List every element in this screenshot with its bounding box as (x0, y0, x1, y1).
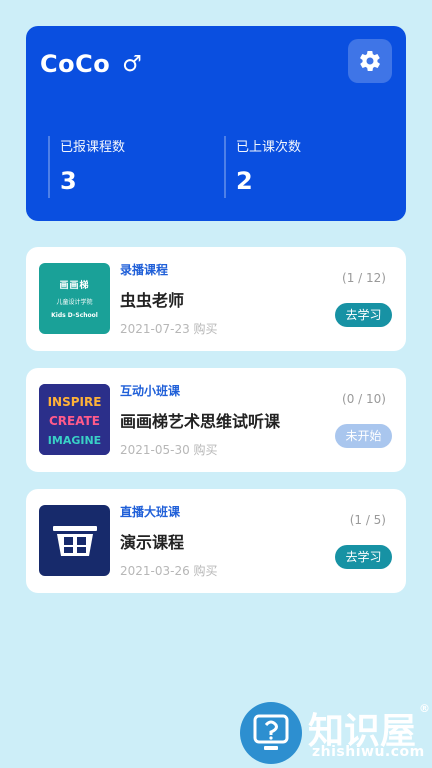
male-icon: ♂ (122, 51, 143, 77)
thumbnail-logo-text: 画画梯 (59, 281, 90, 291)
stat-label: 已报课程数 (60, 140, 126, 155)
stat-label: 已上课次数 (236, 140, 302, 155)
course-card[interactable]: 画画梯 儿童设计学院 Kids D-School 录播课程 虫虫老师 2021-… (26, 247, 406, 351)
stat-value: 2 (236, 167, 253, 195)
course-type: 录播课程 (120, 263, 169, 277)
course-progress: (0 / 10) (342, 392, 386, 406)
settings-button[interactable] (348, 39, 392, 83)
presentation-board-icon (52, 525, 97, 556)
stat-attended: 已上课次数 2 (224, 136, 301, 198)
course-thumbnail: INSPIRE CREATE IMAGINE (39, 384, 110, 455)
user-name-row: CoCo ♂ (40, 50, 142, 78)
course-thumbnail (39, 505, 110, 576)
thumbnail-brand: Kids D-School (51, 312, 98, 319)
registered-mark: ® (419, 702, 430, 715)
thumb-word-1: INSPIRE (48, 395, 102, 409)
stat-enrolled: 已报课程数 3 (48, 136, 125, 198)
course-title: 虫虫老师 (120, 291, 185, 310)
purchase-date: 2021-07-23 购买 (120, 322, 218, 336)
course-thumbnail: 画画梯 儿童设计学院 Kids D-School (39, 263, 110, 334)
thumb-word-3: IMAGINE (48, 434, 101, 447)
inspire-create-imagine-art: INSPIRE CREATE IMAGINE (39, 384, 110, 455)
course-title: 演示课程 (120, 533, 185, 552)
watermark: 知识屋 zhishiwu.com ® (232, 700, 432, 768)
purchase-date: 2021-03-26 购买 (120, 564, 218, 578)
watermark-logo (240, 702, 302, 764)
course-type: 互动小班课 (120, 384, 181, 398)
course-progress: (1 / 12) (342, 271, 386, 285)
user-name: CoCo (40, 50, 111, 78)
stat-value: 3 (60, 167, 77, 195)
purchase-date: 2021-05-30 购买 (120, 443, 218, 457)
watermark-url: zhishiwu.com (312, 744, 425, 760)
study-button[interactable]: 去学习 (335, 303, 392, 327)
course-card[interactable]: 直播大班课 演示课程 2021-03-26 购买 (1 / 5) 去学习 (26, 489, 406, 593)
not-started-button[interactable]: 未开始 (335, 424, 392, 448)
thumbnail-subtitle: 儿童设计学院 (56, 299, 93, 306)
course-card[interactable]: INSPIRE CREATE IMAGINE 互动小班课 画画梯艺术思维试听课 … (26, 368, 406, 472)
course-progress: (1 / 5) (349, 513, 386, 527)
profile-card: CoCo ♂ 已报课程数 3 已上课次数 2 (26, 26, 406, 221)
gear-icon (360, 51, 380, 71)
course-title: 画画梯艺术思维试听课 (120, 412, 281, 431)
course-type: 直播大班课 (120, 505, 181, 519)
thumb-word-2: CREATE (49, 414, 100, 428)
study-button[interactable]: 去学习 (335, 545, 392, 569)
monitor-question-icon (253, 714, 289, 750)
